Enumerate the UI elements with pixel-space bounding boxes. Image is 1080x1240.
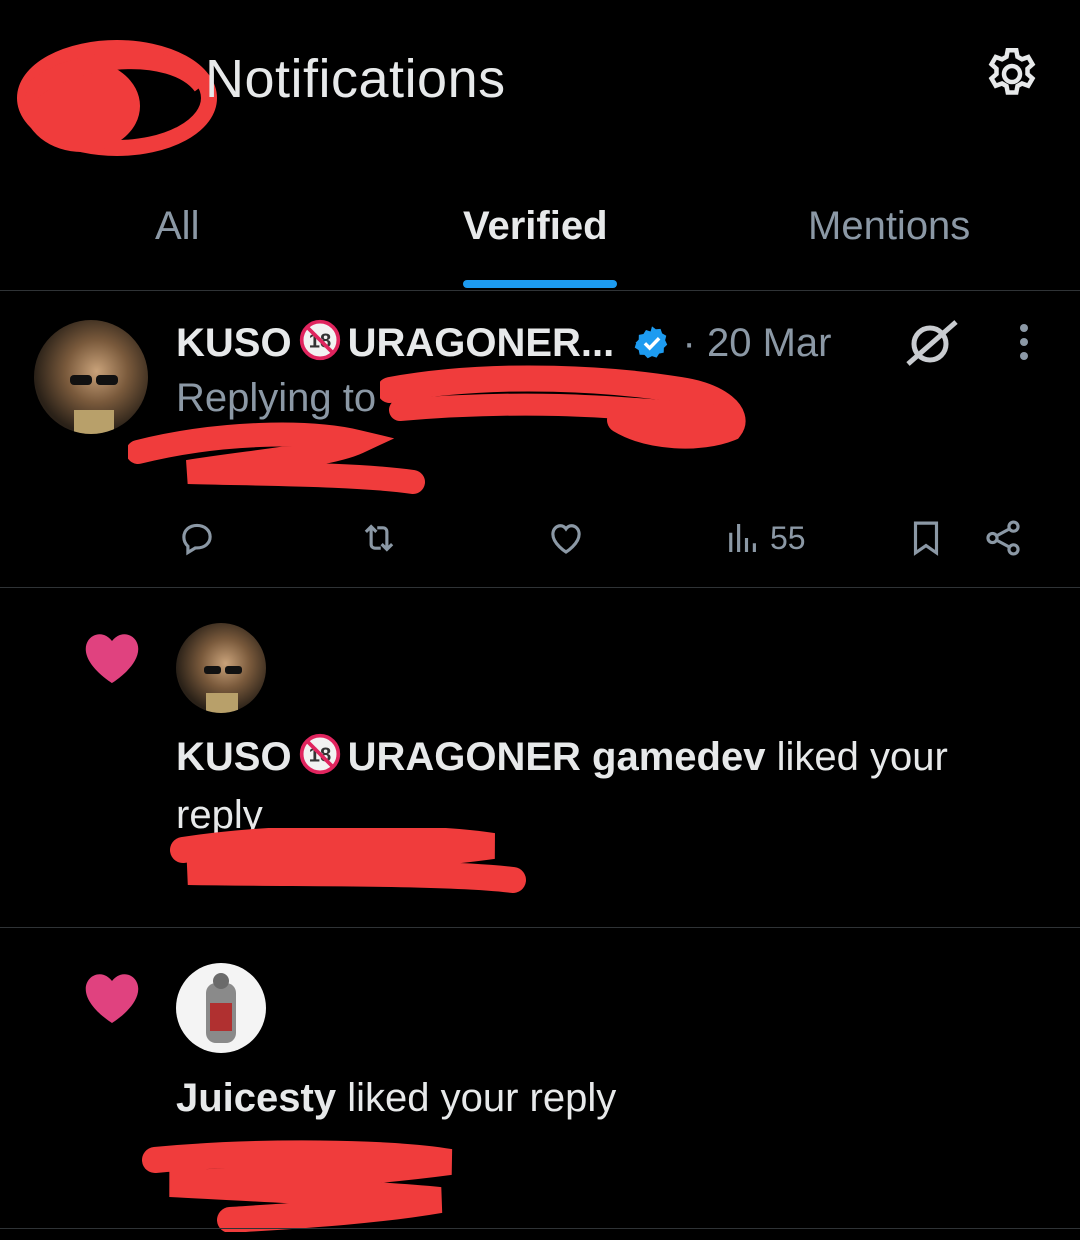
avatar-image bbox=[206, 973, 236, 1043]
views-count: 55 bbox=[770, 519, 806, 556]
avatar-image bbox=[204, 666, 242, 713]
liker-name-suffix[interactable]: URAGONER gamedev bbox=[348, 735, 766, 779]
redaction-scribble bbox=[170, 828, 526, 893]
avatar[interactable] bbox=[34, 320, 148, 434]
bookmark-icon bbox=[913, 521, 939, 556]
more-options-icon[interactable] bbox=[1012, 320, 1036, 364]
like-notification-text: Juicesty liked your reply bbox=[176, 1076, 616, 1121]
redaction-scribble bbox=[142, 1140, 453, 1232]
divider bbox=[0, 290, 1080, 291]
heart-icon bbox=[85, 974, 139, 1023]
share-button[interactable] bbox=[982, 516, 1024, 560]
like-button[interactable] bbox=[545, 516, 587, 560]
redaction-scribble bbox=[380, 365, 746, 449]
retweet-button[interactable] bbox=[358, 516, 400, 560]
divider bbox=[0, 587, 1080, 588]
like-notification-text: KUSO18URAGONER gamedev liked your reply bbox=[176, 728, 1026, 844]
18-plus-icon: 18 bbox=[299, 733, 340, 775]
verified-badge-icon bbox=[635, 326, 668, 359]
replying-to-label: Replying to bbox=[176, 376, 377, 420]
heart-icon bbox=[85, 634, 139, 683]
grok-icon[interactable] bbox=[902, 318, 960, 368]
reply-button[interactable] bbox=[176, 516, 218, 560]
tab-mentions[interactable]: Mentions bbox=[808, 204, 970, 249]
avatar[interactable] bbox=[176, 623, 266, 713]
settings-button[interactable] bbox=[982, 44, 1042, 104]
redaction-scribble bbox=[128, 422, 425, 494]
tab-verified[interactable]: Verified bbox=[463, 204, 608, 249]
18-plus-icon: 18 bbox=[299, 319, 340, 361]
divider bbox=[0, 1228, 1080, 1229]
divider bbox=[0, 927, 1080, 928]
like-icon bbox=[551, 524, 581, 554]
display-name-suffix[interactable]: URAGONER... bbox=[348, 321, 615, 365]
tab-all[interactable]: All bbox=[155, 204, 199, 249]
like-action-text: liked your reply bbox=[336, 1076, 617, 1120]
active-tab-indicator bbox=[463, 280, 617, 288]
liker-name[interactable]: Juicesty bbox=[176, 1076, 336, 1120]
views-button[interactable]: 55 bbox=[722, 516, 806, 560]
display-name[interactable]: KUSO bbox=[176, 321, 292, 365]
views-icon bbox=[729, 524, 756, 552]
retweet-icon bbox=[364, 524, 394, 552]
liker-name[interactable]: KUSO bbox=[176, 735, 292, 779]
separator: · bbox=[682, 321, 696, 365]
reply-header: KUSO18URAGONER... · 20 Mar bbox=[176, 318, 831, 366]
reply-icon bbox=[182, 523, 212, 556]
page-title: Notifications bbox=[205, 49, 506, 109]
avatar[interactable] bbox=[176, 963, 266, 1053]
notification-tabs: All Verified Mentions bbox=[0, 180, 1080, 290]
share-icon bbox=[986, 520, 1020, 556]
gear-icon bbox=[988, 48, 1036, 95]
timestamp: 20 Mar bbox=[706, 321, 832, 365]
avatar-image bbox=[70, 375, 118, 434]
bookmark-button[interactable] bbox=[905, 516, 947, 560]
redaction-scribble bbox=[17, 40, 217, 156]
